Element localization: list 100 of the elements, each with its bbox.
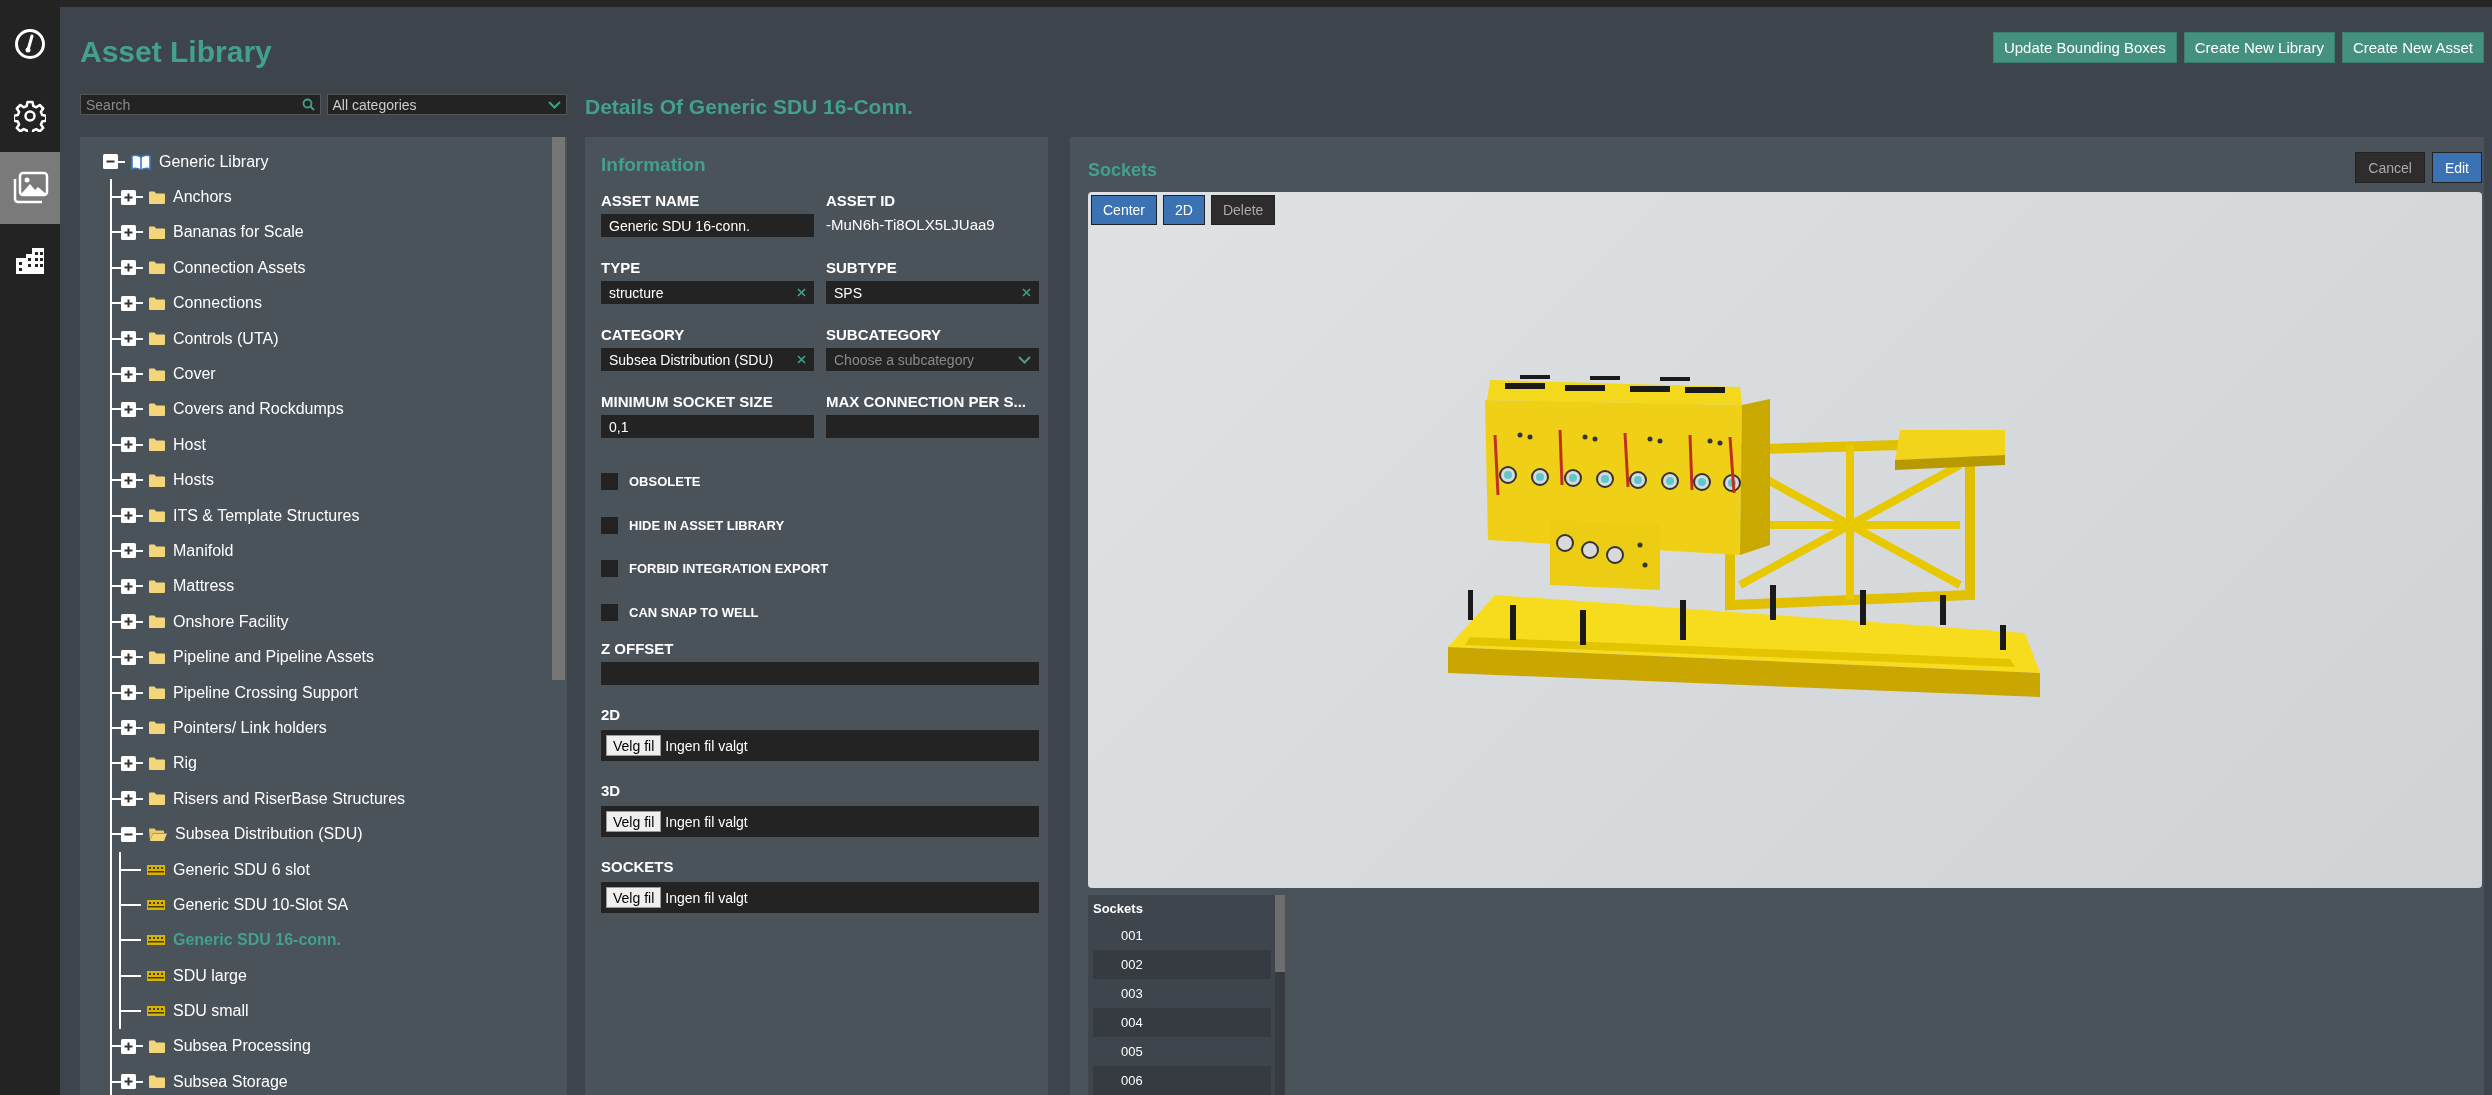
- tree-item[interactable]: Pipeline and Pipeline Assets: [173, 648, 375, 667]
- tree-item[interactable]: Bananas for Scale: [173, 223, 304, 242]
- expand-toggle[interactable]: [121, 260, 136, 276]
- expand-toggle[interactable]: [121, 189, 136, 205]
- viewer-tool-button[interactable]: Center: [1091, 194, 1158, 225]
- clear-icon[interactable]: [797, 355, 806, 364]
- field-label: Z OFFSET: [601, 640, 674, 659]
- action-button[interactable]: Create New Library: [2183, 32, 2335, 63]
- expand-toggle[interactable]: [121, 826, 136, 842]
- clear-icon[interactable]: [1022, 288, 1031, 297]
- file-field[interactable]: Velg fil Ingen fil valgt: [601, 882, 1039, 913]
- expand-toggle[interactable]: [121, 224, 136, 240]
- checkbox-label: FORBID INTEGRATION EXPORT: [629, 561, 829, 577]
- expand-toggle[interactable]: [121, 1074, 136, 1090]
- socket-list-item[interactable]: 001: [1093, 921, 1271, 950]
- expand-toggle[interactable]: [121, 685, 136, 701]
- expand-toggle[interactable]: [121, 295, 136, 311]
- tree-item[interactable]: Connection Assets: [173, 258, 306, 277]
- select-field[interactable]: SPS: [826, 281, 1039, 304]
- action-button[interactable]: Create New Asset: [2341, 32, 2484, 63]
- field-label: MINIMUM SOCKET SIZE: [601, 393, 773, 412]
- tree-item[interactable]: Subsea Distribution (SDU): [175, 825, 363, 844]
- tree-item[interactable]: Pointers/ Link holders: [173, 718, 327, 737]
- file-field[interactable]: Velg fil Ingen fil valgt: [601, 730, 1039, 761]
- tree-item[interactable]: Hosts: [173, 471, 214, 490]
- socket-list-item[interactable]: 005: [1093, 1037, 1271, 1066]
- expand-toggle[interactable]: [121, 720, 136, 736]
- field-label: SOCKETS: [601, 858, 674, 877]
- input-field[interactable]: Generic SDU 16-conn.: [601, 214, 814, 237]
- tree-item[interactable]: ITS & Template Structures: [173, 506, 360, 525]
- checkbox[interactable]: [601, 560, 618, 578]
- select-field[interactable]: Subsea Distribution (SDU): [601, 348, 814, 371]
- expand-toggle[interactable]: [121, 755, 136, 771]
- tree-item[interactable]: SDU small: [173, 1002, 249, 1021]
- choose-file-button[interactable]: Velg fil: [606, 887, 662, 908]
- clear-icon[interactable]: [797, 288, 806, 297]
- expand-toggle[interactable]: [121, 366, 136, 382]
- expand-toggle[interactable]: [121, 401, 136, 417]
- input-field[interactable]: [601, 662, 1039, 685]
- action-button[interactable]: Update Bounding Boxes: [1992, 32, 2177, 63]
- gauge-icon[interactable]: [14, 28, 46, 60]
- socket-list-item[interactable]: 004: [1093, 1008, 1271, 1037]
- tree-item[interactable]: Anchors: [173, 188, 232, 207]
- choose-file-button[interactable]: Velg fil: [606, 735, 662, 756]
- tree-item[interactable]: Generic SDU 6 slot: [173, 860, 310, 879]
- expand-toggle[interactable]: [121, 578, 136, 594]
- socket-list-item[interactable]: 006: [1093, 1066, 1271, 1095]
- checkbox[interactable]: [601, 516, 618, 534]
- folder-icon: [149, 473, 165, 487]
- folder-icon: [149, 225, 165, 239]
- choose-file-button[interactable]: Velg fil: [606, 811, 662, 832]
- file-field[interactable]: Velg fil Ingen fil valgt: [601, 806, 1039, 837]
- expand-toggle[interactable]: [121, 649, 136, 665]
- section-title: Information: [601, 154, 707, 176]
- tree-item[interactable]: Covers and Rockdumps: [173, 400, 344, 419]
- tree-item[interactable]: Manifold: [173, 542, 234, 560]
- socket-list-item[interactable]: 002: [1093, 950, 1271, 979]
- select-field[interactable]: structure: [601, 281, 814, 304]
- expand-toggle[interactable]: [121, 1038, 136, 1054]
- tree-item[interactable]: Subsea Storage: [173, 1072, 288, 1091]
- socket-list-item[interactable]: 003: [1093, 979, 1271, 1008]
- expand-toggle[interactable]: [121, 791, 136, 807]
- viewer-tool-button[interactable]: Delete: [1210, 194, 1276, 225]
- input-field[interactable]: 0,1: [601, 415, 814, 438]
- tree-item[interactable]: Connections: [173, 294, 262, 313]
- search-field[interactable]: Search: [80, 94, 321, 115]
- field-label: TYPE: [601, 259, 641, 278]
- tree-item[interactable]: Generic SDU 10-Slot SA: [173, 895, 349, 914]
- tree-item[interactable]: Mattress: [173, 577, 235, 596]
- dropdown-field[interactable]: Choose a subcategory: [826, 348, 1039, 371]
- settings-icon[interactable]: [14, 100, 46, 132]
- expand-toggle[interactable]: [121, 614, 136, 630]
- tree-item[interactable]: Onshore Facility: [173, 612, 289, 631]
- open-folder-icon: [149, 827, 167, 841]
- expand-toggle[interactable]: [121, 331, 136, 347]
- input-field[interactable]: [826, 415, 1039, 438]
- category-dropdown[interactable]: All categories: [326, 94, 567, 115]
- search-icon[interactable]: [301, 98, 315, 111]
- tree-item[interactable]: SDU large: [173, 966, 247, 985]
- tree-item[interactable]: Pipeline Crossing Support: [173, 683, 358, 702]
- expand-toggle[interactable]: [121, 437, 136, 453]
- tree-item[interactable]: Subsea Processing: [173, 1037, 311, 1056]
- tree-item[interactable]: Generic Library: [159, 152, 269, 171]
- expand-toggle[interactable]: [121, 543, 136, 559]
- tree-item[interactable]: Risers and RiserBase Structures: [173, 789, 406, 808]
- expand-toggle[interactable]: [121, 508, 136, 524]
- checkbox[interactable]: [601, 473, 618, 491]
- tree-item[interactable]: Controls (UTA): [173, 329, 279, 348]
- cancel-button[interactable]: Cancel: [2355, 152, 2425, 183]
- images-icon[interactable]: [11, 171, 49, 205]
- expand-toggle[interactable]: [103, 154, 118, 170]
- field-label: SUBTYPE: [826, 259, 897, 278]
- tree-item[interactable]: Host: [173, 435, 206, 454]
- scrollbar[interactable]: [1275, 895, 1285, 1095]
- checkbox[interactable]: [601, 603, 618, 621]
- viewer-tool-button[interactable]: 2D: [1163, 194, 1205, 225]
- expand-toggle[interactable]: [121, 472, 136, 488]
- tree-item[interactable]: Rig: [173, 754, 197, 773]
- edit-button[interactable]: Edit: [2431, 152, 2482, 183]
- tree-item[interactable]: Cover: [173, 365, 216, 384]
